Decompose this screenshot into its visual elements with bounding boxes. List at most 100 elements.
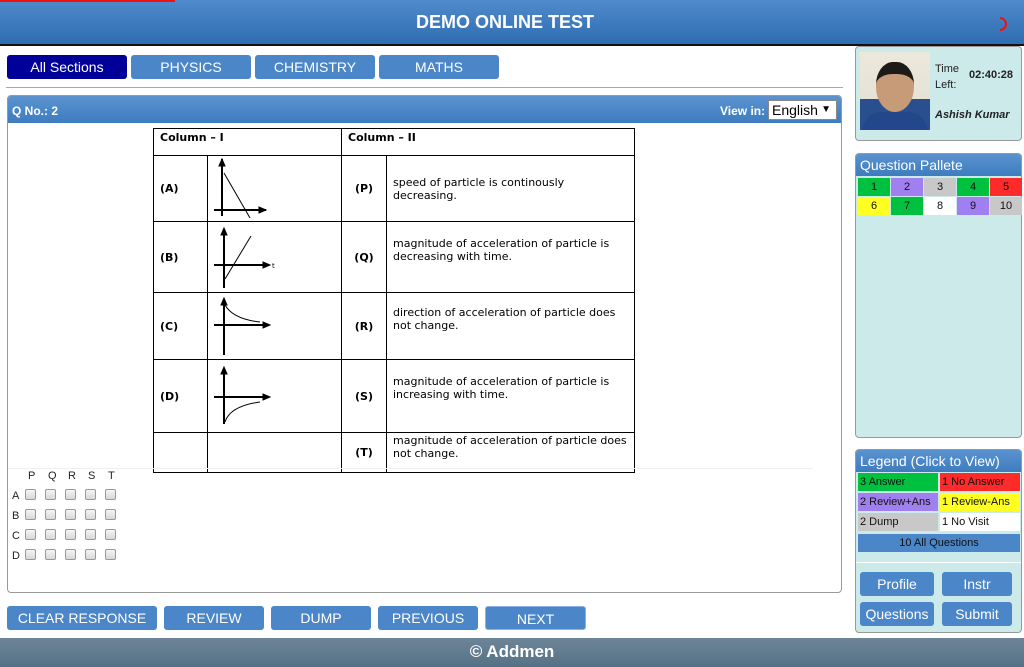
checkbox-C-T[interactable]: [105, 529, 116, 540]
time-left-value: 02:40:28: [969, 69, 1014, 81]
clear-response-button[interactable]: CLEAR RESPONSE: [7, 606, 157, 630]
checkbox-D-Q[interactable]: [45, 549, 56, 560]
matrix-col-label: Q: [48, 470, 57, 482]
table-row: (D) (S) magnitude of acceleration of par…: [153, 359, 635, 433]
statement: speed of particle is continously decreas…: [386, 155, 635, 222]
divider: [6, 87, 843, 88]
pallete-question-7[interactable]: 7: [891, 197, 923, 215]
matrix-row-label: B: [12, 510, 20, 522]
question-number: Q No.: 2: [12, 104, 59, 118]
checkbox-B-P[interactable]: [25, 509, 36, 520]
language-select[interactable]: English ▼: [768, 100, 837, 120]
avatar-face: [876, 62, 914, 112]
matrix-row-label: A: [12, 490, 20, 502]
pallete-question-4[interactable]: 4: [957, 178, 989, 196]
question-panel: Q No.: 2 View in: English ▼ Column – I Co…: [7, 95, 842, 593]
statement: magnitude of acceleration of particle do…: [386, 432, 635, 473]
checkbox-C-S[interactable]: [85, 529, 96, 540]
next-button[interactable]: NEXT: [485, 606, 586, 630]
question-pallete: Question Pallete 1 2 3 4 5 6 7 8 9 10: [855, 153, 1022, 438]
checkbox-D-T[interactable]: [105, 549, 116, 560]
checkbox-A-P[interactable]: [25, 489, 36, 500]
pallete-question-6[interactable]: 6: [858, 197, 890, 215]
pallete-question-8[interactable]: 8: [924, 197, 956, 215]
legend-item[interactable]: 1 No Visit: [940, 513, 1020, 531]
statement: direction of acceleration of particle do…: [386, 292, 635, 360]
checkbox-A-R[interactable]: [65, 489, 76, 500]
legend-all-questions[interactable]: 10 All Questions: [858, 534, 1020, 552]
table-row: (A) (P) speed of particle is continously…: [153, 155, 635, 222]
legend-item[interactable]: 1 No Answer: [940, 473, 1020, 491]
graph-c: [207, 292, 342, 360]
pallete-question-5[interactable]: 5: [990, 178, 1022, 196]
header-bar: DEMO ONLINE TEST: [0, 0, 1024, 46]
legend-item[interactable]: 2 Dump: [858, 513, 938, 531]
row-label: (C): [153, 292, 208, 360]
pallete-grid: 1 2 3 4 5 6 7 8 9 10: [858, 178, 1022, 215]
match-table: Column – I Column – II (A) (P) speed of …: [153, 128, 635, 473]
empty-cell: [153, 432, 208, 473]
checkbox-D-P[interactable]: [25, 549, 36, 560]
matrix-row-label: C: [12, 530, 20, 542]
profile-box: Time Left: 02:40:28 Ashish Kumar: [855, 46, 1022, 141]
pallete-question-1[interactable]: 1: [858, 178, 890, 196]
legend-item[interactable]: 3 Answer: [858, 473, 938, 491]
profile-button[interactable]: Profile: [860, 572, 934, 596]
question-header: Q No.: 2 View in: English ▼: [8, 96, 841, 123]
checkbox-A-Q[interactable]: [45, 489, 56, 500]
pallete-question-3[interactable]: 3: [924, 178, 956, 196]
empty-cell: [207, 432, 342, 473]
matrix-row-label: D: [12, 550, 20, 562]
statement: magnitude of acceleration of particle is…: [386, 359, 635, 433]
row-label: (S): [341, 359, 387, 433]
tab-chemistry[interactable]: CHEMISTRY: [255, 55, 375, 79]
legend-item[interactable]: 2 Review+Ans: [858, 493, 938, 511]
axis-label-t: t: [272, 262, 275, 270]
tab-physics[interactable]: PHYSICS: [131, 55, 251, 79]
graph-d: [207, 359, 342, 433]
divider: [8, 468, 813, 469]
checkbox-A-S[interactable]: [85, 489, 96, 500]
checkbox-C-Q[interactable]: [45, 529, 56, 540]
pallete-question-2[interactable]: 2: [891, 178, 923, 196]
row-label: (P): [341, 155, 387, 222]
graph-b: t: [207, 221, 342, 293]
legend-title[interactable]: Legend (Click to View): [856, 450, 1021, 472]
table-row: (C) (R) direction of acceleration of par…: [153, 292, 635, 360]
instructions-button[interactable]: Instr: [942, 572, 1012, 596]
avatar-shirt: [862, 112, 928, 130]
legend-grid: 3 Answer 1 No Answer 2 Review+Ans 1 Review-…: [858, 473, 1020, 531]
tab-maths[interactable]: MATHS: [379, 55, 499, 79]
checkbox-D-R[interactable]: [65, 549, 76, 560]
pallete-question-9[interactable]: 9: [957, 197, 989, 215]
row-label: (R): [341, 292, 387, 360]
checkbox-D-S[interactable]: [85, 549, 96, 560]
row-label: (T): [341, 432, 387, 473]
questions-button[interactable]: Questions: [860, 602, 934, 626]
row-label: (Q): [341, 221, 387, 293]
graph-decaying-curve: [214, 296, 272, 355]
dropdown-arrow-icon: ▼: [821, 104, 831, 115]
pallete-question-10[interactable]: 10: [990, 197, 1022, 215]
previous-button[interactable]: PREVIOUS: [378, 606, 478, 630]
checkbox-B-T[interactable]: [105, 509, 116, 520]
footer: © Addmen: [0, 638, 1024, 667]
graph-increasing-line: t: [214, 226, 275, 288]
review-button[interactable]: REVIEW: [164, 606, 264, 630]
candidate-name: Ashish Kumar: [935, 109, 1010, 121]
checkbox-A-T[interactable]: [105, 489, 116, 500]
dump-button[interactable]: DUMP: [271, 606, 371, 630]
submit-button[interactable]: Submit: [942, 602, 1012, 626]
checkbox-B-Q[interactable]: [45, 509, 56, 520]
avatar: [860, 52, 930, 130]
checkbox-C-P[interactable]: [25, 529, 36, 540]
matrix-col-label: P: [28, 470, 36, 482]
checkbox-B-S[interactable]: [85, 509, 96, 520]
tab-all-sections[interactable]: All Sections: [7, 55, 127, 79]
statement: magnitude of acceleration of particle is…: [386, 221, 635, 293]
legend-item[interactable]: 1 Review-Ans: [940, 493, 1020, 511]
pallete-title: Question Pallete: [856, 154, 1021, 176]
checkbox-C-R[interactable]: [65, 529, 76, 540]
time-left-label: Time Left:: [935, 63, 960, 91]
checkbox-B-R[interactable]: [65, 509, 76, 520]
